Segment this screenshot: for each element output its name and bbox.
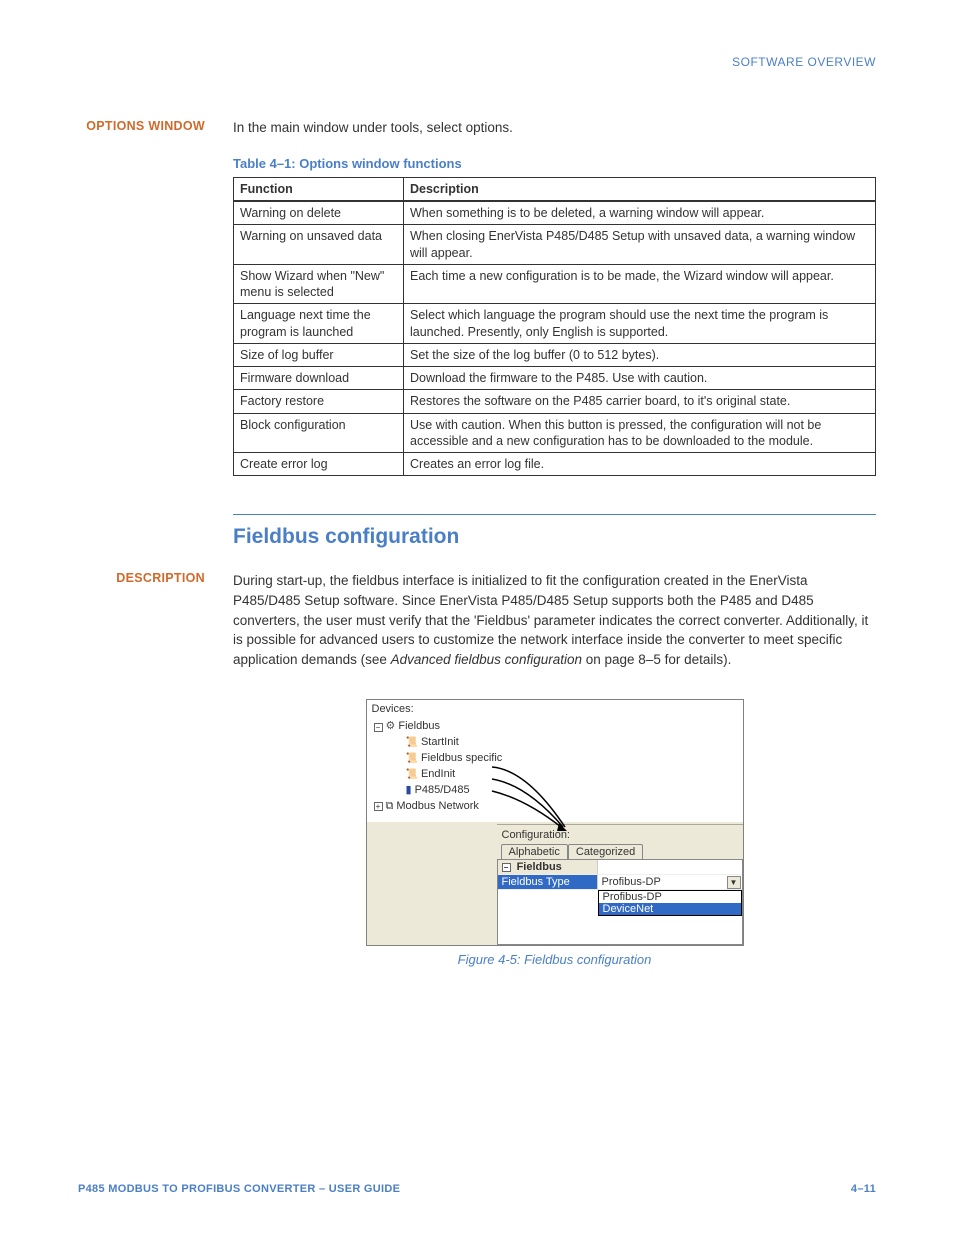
fieldbus-screenshot: Devices: −⚙Fieldbus 📜StartInit 📜Fieldbus… [366, 699, 744, 946]
table-row: Block configurationUse with caution. Whe… [234, 413, 876, 453]
options-window-label: OPTIONS WINDOW [78, 119, 233, 476]
cell-description: Select which language the program should… [404, 304, 876, 344]
tree-sibling[interactable]: Modbus Network [396, 799, 479, 815]
col-function: Function [234, 177, 404, 201]
tree-item[interactable]: StartInit [421, 735, 459, 751]
tab-alphabetic[interactable]: Alphabetic [501, 844, 568, 859]
cell-function: Size of log buffer [234, 343, 404, 366]
cell-description: When closing EnerVista P485/D485 Setup w… [404, 225, 876, 265]
tab-categorized[interactable]: Categorized [568, 844, 643, 859]
footer-left: P485 MODBUS TO PROFIBUS CONVERTER – USER… [78, 1183, 400, 1195]
options-window-table: Function Description Warning on deleteWh… [233, 177, 876, 477]
fieldbus-heading: Fieldbus configuration [233, 525, 876, 549]
devices-label: Devices: [372, 703, 738, 715]
cell-description: When something is to be deleted, a warni… [404, 201, 876, 225]
collapse-icon[interactable]: − [374, 723, 383, 732]
cell-description: Set the size of the log buffer (0 to 512… [404, 343, 876, 366]
table-row: Size of log bufferSet the size of the lo… [234, 343, 876, 366]
configuration-label: Configuration: [497, 828, 743, 844]
dropdown-options[interactable]: Profibus-DP DeviceNet [598, 890, 742, 916]
section-divider [233, 514, 876, 515]
table-row: Create error logCreates an error log fil… [234, 453, 876, 476]
network-icon: ⧉ [386, 799, 394, 815]
cell-description: Use with caution. When this button is pr… [404, 413, 876, 453]
options-window-intro: In the main window under tools, select o… [233, 119, 876, 138]
property-grid[interactable]: − Fieldbus Fieldbus Type Profibus-DP ▼ Pr… [497, 859, 743, 945]
tree-item[interactable]: EndInit [421, 767, 455, 783]
prop-group: Fieldbus [517, 861, 562, 873]
prop-key[interactable]: Fieldbus Type [498, 875, 598, 890]
option-item[interactable]: Profibus-DP [599, 891, 741, 903]
cell-function: Warning on delete [234, 201, 404, 225]
col-description: Description [404, 177, 876, 201]
cell-function: Create error log [234, 453, 404, 476]
tree-root[interactable]: Fieldbus [398, 719, 440, 735]
table-row: Firmware downloadDownload the firmware t… [234, 367, 876, 390]
collapse-icon[interactable]: − [502, 863, 511, 872]
device-tree[interactable]: −⚙Fieldbus 📜StartInit 📜Fieldbus specific… [372, 717, 738, 819]
cell-description: Creates an error log file. [404, 453, 876, 476]
description-label: DESCRIPTION [78, 571, 233, 669]
cell-function: Warning on unsaved data [234, 225, 404, 265]
table-row: Factory restoreRestores the software on … [234, 390, 876, 413]
table-row: Show Wizard when "New" menu is selectedE… [234, 264, 876, 304]
scroll-icon: 📜 [406, 736, 418, 751]
chevron-down-icon[interactable]: ▼ [727, 876, 741, 889]
device-icon: ▮ [406, 783, 412, 799]
tree-item[interactable]: P485/D485 [415, 783, 470, 799]
figure-caption: Figure 4-5: Fieldbus configuration [458, 952, 652, 967]
scroll-icon: 📜 [406, 768, 418, 783]
cell-function: Factory restore [234, 390, 404, 413]
expand-icon[interactable]: + [374, 802, 383, 811]
table-caption: Table 4–1: Options window functions [233, 156, 876, 171]
footer-right: 4–11 [851, 1183, 876, 1195]
cell-function: Block configuration [234, 413, 404, 453]
page-header-breadcrumb: SOFTWARE OVERVIEW [78, 55, 876, 69]
cell-function: Show Wizard when "New" menu is selected [234, 264, 404, 304]
fieldbus-paragraph: During start-up, the fieldbus interface … [233, 571, 876, 669]
tree-item[interactable]: Fieldbus specific [421, 751, 502, 767]
option-item[interactable]: DeviceNet [599, 903, 741, 915]
prop-value[interactable]: Profibus-DP [602, 876, 661, 888]
cell-description: Download the firmware to the P485. Use w… [404, 367, 876, 390]
cell-function: Firmware download [234, 367, 404, 390]
table-row: Warning on deleteWhen something is to be… [234, 201, 876, 225]
cell-description: Restores the software on the P485 carrie… [404, 390, 876, 413]
cell-function: Language next time the program is launch… [234, 304, 404, 344]
cell-description: Each time a new configuration is to be m… [404, 264, 876, 304]
gear-icon: ⚙ [386, 719, 396, 735]
table-row: Language next time the program is launch… [234, 304, 876, 344]
scroll-icon: 📜 [406, 752, 418, 767]
table-row: Warning on unsaved dataWhen closing Ener… [234, 225, 876, 265]
